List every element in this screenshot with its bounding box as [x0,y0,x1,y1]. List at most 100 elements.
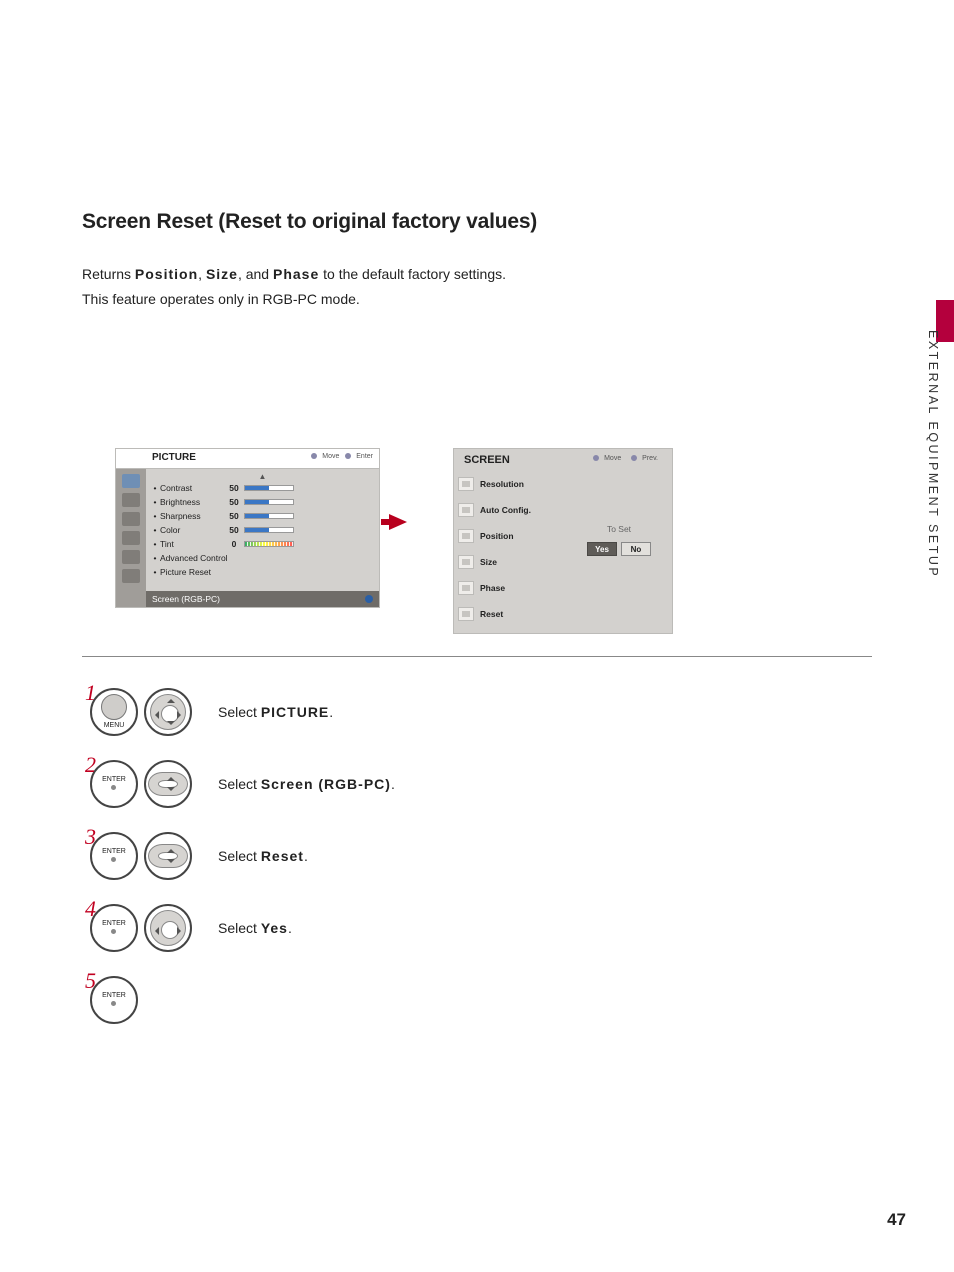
step-number: 4 [80,900,96,918]
step-bold: Yes [261,920,288,936]
screen-item-resolution: Resolution [458,473,558,495]
phase-icon [458,581,474,595]
osd-row-sharpness: •Sharpness50 [150,509,375,523]
step-post: . [288,920,292,936]
osd-picture-sidebar [116,469,146,607]
intro-c2: , and [238,266,273,282]
row-label: Advanced Control [160,553,375,563]
row-value: 50 [224,511,244,521]
autoconfig-icon [458,503,474,517]
menu-remote-button: MENU [90,688,138,736]
item-label: Position [480,531,514,541]
enter-remote-button: ENTER [90,760,138,808]
step-number: 1 [80,684,96,702]
size-icon [458,555,474,569]
move-icon [311,453,317,459]
sidebar-icon-3 [122,512,140,526]
slider-bar [244,527,294,533]
step-2-text: Select Screen (RGB-PC). [218,776,395,792]
slider-bar-tint [244,541,294,547]
enter-dot-icon [111,785,116,790]
hint-move: Move [322,453,339,460]
row-label: Brightness [160,497,224,507]
osd-picture-hints: Move Enter [311,453,373,460]
hint-enter: Enter [356,453,373,460]
to-set-label: To Set [574,524,664,534]
osd-row-advanced: •Advanced Control [150,551,375,565]
sidebar-icon-2 [122,493,140,507]
row-label: Picture Reset [160,567,375,577]
step-number: 3 [80,828,96,846]
section-divider [82,656,872,657]
arrow-right-icon [389,514,407,530]
page-title: Screen Reset (Reset to original factory … [82,210,862,234]
slider-bar [244,499,294,505]
item-label: Size [480,557,497,567]
osd-row-color: •Color50 [150,523,375,537]
step-post: . [329,704,333,720]
dpad-horizontal-button [144,904,192,952]
enter-button-label: ENTER [102,848,126,865]
hint-prev: Prev. [642,455,658,462]
screen-item-phase: Phase [458,577,558,599]
dpad-vertical-button [144,832,192,880]
position-icon [458,529,474,543]
step-1-text: Select PICTURE. [218,704,333,720]
dpad-vertical-button [144,760,192,808]
osd-screen-hints: Move Prev. [593,455,666,462]
intro-post: to the default factory settings. [319,266,506,282]
step-4-text: Select Yes. [218,920,292,936]
scroll-up-icon: ▲ [150,473,375,481]
page-number: 47 [887,1210,906,1230]
step-pre: Select [218,920,261,936]
step-bold: Reset [261,848,304,864]
step-1: 1 MENU Select PICTURE. [80,684,395,740]
slider-bar [244,485,294,491]
step-bold: Screen (RGB-PC) [261,776,391,792]
osd-selected-row: Screen (RGB-PC) [146,591,379,607]
screen-item-size: Size [458,551,558,573]
intro-text: Returns Position, Size, and Phase to the… [82,262,862,312]
intro-line2: This feature operates only in RGB-PC mod… [82,291,360,307]
enter-dot-icon [111,857,116,862]
enter-remote-button: ENTER [90,832,138,880]
osd-picture-menu: PICTURE Move Enter ▲ •Contrast50 •Bright… [115,448,380,608]
row-value: 50 [224,497,244,507]
enter-button-label: ENTER [102,992,126,1009]
row-label: Color [160,525,224,535]
enter-dot-icon [111,1001,116,1006]
step-number: 2 [80,756,96,774]
sidebar-icon-4 [122,531,140,545]
screen-item-position: Position [458,525,558,547]
enter-dot-icon [111,929,116,934]
intro-pre: Returns [82,266,135,282]
menu-button-icon [101,694,127,720]
intro-phase: Phase [273,266,319,282]
enter-dot-icon [365,595,373,603]
enter-remote-button: ENTER [90,976,138,1024]
osd-row-brightness: •Brightness50 [150,495,375,509]
osd-screen-title: SCREEN [464,454,510,466]
row-label: Sharpness [160,511,224,521]
yes-button[interactable]: Yes [587,542,617,556]
menu-button-label: MENU [104,722,125,730]
step-2: 2 ENTER Select Screen (RGB-PC). [80,756,395,812]
row-value: 50 [224,483,244,493]
sidebar-icon-1 [122,474,140,488]
enter-button-label: ENTER [102,920,126,937]
screen-item-reset: Reset [458,603,558,625]
row-label: Contrast [160,483,224,493]
step-post: . [391,776,395,792]
step-bold: PICTURE [261,704,329,720]
row-value: 50 [224,525,244,535]
hint-move: Move [604,455,621,462]
enter-remote-button: ENTER [90,904,138,952]
step-post: . [304,848,308,864]
slider-bar [244,513,294,519]
side-section-label: EXTERNAL EQUIPMENT SETUP [926,330,940,578]
prev-icon [631,455,637,461]
no-button[interactable]: No [621,542,651,556]
step-pre: Select [218,704,261,720]
step-pre: Select [218,848,261,864]
enter-button-label: ENTER [102,776,126,793]
